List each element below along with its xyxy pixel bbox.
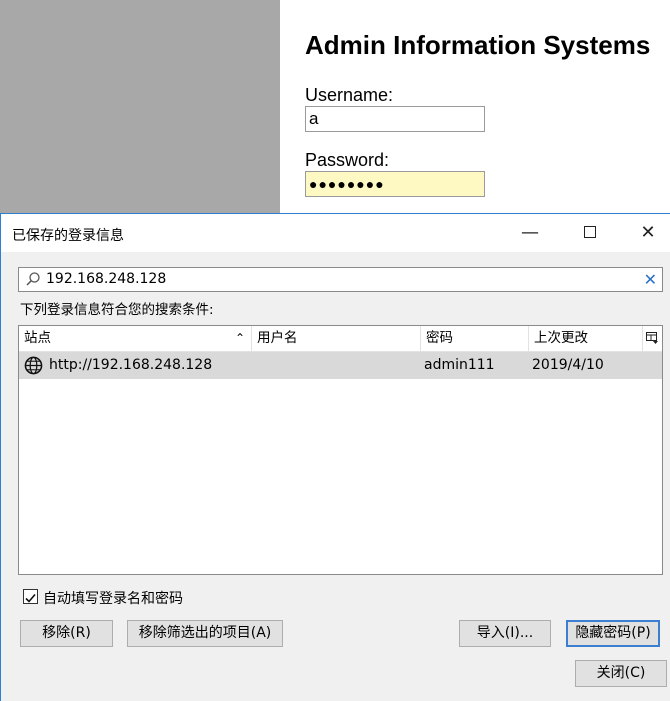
maximize-button[interactable] [567,218,613,248]
page-title: Admin Information Systems [305,30,651,60]
close-icon: ✕ [640,222,656,243]
autofill-label: 自动填写登录名和密码 [43,591,183,607]
dialog-title: 已保存的登录信息 [12,228,124,244]
username-input[interactable]: a [305,106,485,132]
column-picker-icon [646,332,658,344]
globe-icon [24,356,43,375]
column-header-password[interactable]: 密码 [421,326,529,352]
column-header-site[interactable]: 站点 ⌃ [19,326,252,352]
minimize-button[interactable]: — [507,218,553,248]
autofill-checkbox[interactable] [23,589,38,604]
search-icon [26,272,40,286]
sort-ascending-icon: ⌃ [234,331,245,345]
saved-logins-dialog: 已保存的登录信息 — ✕ 192.168.248.128 ✕ 下列登录信息符合您… [0,213,670,701]
maximize-icon [584,225,596,238]
search-input[interactable]: 192.168.248.128 ✕ [18,267,663,292]
close-dialog-button[interactable]: 关闭(C) [575,660,667,687]
password-label: Password: [305,150,390,170]
row-password: admin111 [424,357,495,373]
minimize-icon: — [521,222,539,243]
logins-list[interactable]: 站点 ⌃ 用户名 密码 上次更改 http://192.168.248.128 … [18,325,663,575]
close-window-button[interactable]: ✕ [625,218,670,248]
table-row[interactable]: http://192.168.248.128 admin111 2019/4/1… [19,352,662,379]
row-site: http://192.168.248.128 [49,357,213,373]
username-label: Username: [305,85,394,105]
column-picker-button[interactable] [643,326,662,352]
dialog-titlebar[interactable]: 已保存的登录信息 — ✕ [1,214,670,252]
import-button[interactable]: 导入(I)... [459,620,551,647]
column-header-site-label: 站点 [24,330,51,346]
hide-passwords-button[interactable]: 隐藏密码(P) [566,620,660,647]
clear-search-icon[interactable]: ✕ [644,270,657,289]
row-last-changed: 2019/4/10 [532,357,604,373]
column-header-username[interactable]: 用户名 [252,326,421,352]
checkmark-icon [25,593,36,603]
search-text: 192.168.248.128 [46,271,167,287]
list-header: 站点 ⌃ 用户名 密码 上次更改 [19,326,662,352]
remove-button[interactable]: 移除(R) [20,620,113,647]
page-sidebar-gray [0,0,280,215]
column-header-last-changed[interactable]: 上次更改 [529,326,643,352]
remove-filtered-button[interactable]: 移除筛选出的项目(A) [127,620,283,647]
password-input[interactable]: ●●●●●●●● [305,171,485,197]
result-label: 下列登录信息符合您的搜索条件: [20,302,214,318]
